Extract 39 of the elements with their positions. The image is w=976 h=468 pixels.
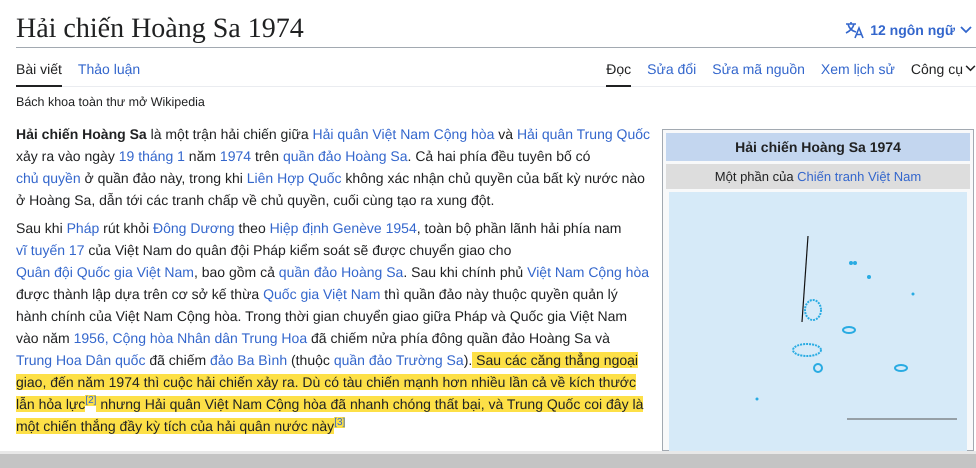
page-title: Hải chiến Hoàng Sa 1974 xyxy=(16,12,304,46)
tools-menu[interactable]: Công cụ xyxy=(910,48,976,86)
article-link[interactable]: Đông Dương xyxy=(153,220,235,236)
citation-link[interactable]: [3] xyxy=(334,417,346,428)
view-tab[interactable]: Sửa đổi xyxy=(647,48,696,87)
view-tab[interactable]: Sửa mã nguồn xyxy=(712,48,805,87)
article-link[interactable]: chủ quyền xyxy=(16,170,81,186)
chevron-down-icon xyxy=(965,65,976,72)
view-tab[interactable]: Đọc xyxy=(606,48,632,87)
article-link[interactable]: 1956, Cộng hòa Nhân dân Trung Hoa xyxy=(74,330,308,346)
article-link[interactable]: Chiến tranh Việt Nam xyxy=(797,169,922,184)
translate-icon xyxy=(845,21,866,39)
article-link[interactable]: Hải quân Trung Quốc xyxy=(516,126,650,142)
article-link[interactable]: Quốc gia Việt Nam xyxy=(263,286,380,302)
article-paragraph: Hải chiến Hoàng Sa là một trận hải chiến giữa Hải quân Việt Nam Cộng hòa và Hải quân Trung Quốc xảy ra vào ngày 19 tháng 1 năm 1974 trên quần đảo Hoàng Sa. Cả hai phía đều tuyên bố có chủ quyền ở quần đảo này, trong khi Liên Hợp Quốc không xác nhận chủ quyền của bất kỳ nước nào ở Hoàng Sa, dẫn tới các tranh chấp về chủ quyền, cuối cùng tạo ra xung đột. xyxy=(16,125,652,210)
page-tab[interactable]: Bài viết xyxy=(16,48,62,87)
infobox-subtitle: Một phần của Chiến tranh Việt Nam xyxy=(666,164,970,189)
article-link[interactable]: quần đảo Trường Sa xyxy=(334,352,464,368)
article-link[interactable]: quần đảo Hoàng Sa xyxy=(282,148,408,164)
article-link[interactable]: 19 tháng 1 xyxy=(118,148,185,164)
chevron-down-icon xyxy=(960,26,972,34)
article-link[interactable]: Quân đội Quốc gia Việt Nam xyxy=(16,264,194,280)
article-link[interactable]: Hải quân Việt Nam Cộng hòa xyxy=(312,126,494,142)
page-tab[interactable]: Thảo luận xyxy=(78,48,140,87)
horizontal-scrollbar[interactable] xyxy=(0,451,976,468)
article-link[interactable]: quần đảo Hoàng Sa xyxy=(278,264,404,280)
article-link[interactable]: Liên Hợp Quốc xyxy=(246,170,342,186)
article-link[interactable]: 1974 xyxy=(220,148,252,164)
article-link[interactable]: vĩ tuyến 17 xyxy=(16,242,84,258)
view-tab[interactable]: Xem lịch sử xyxy=(820,48,895,87)
article-link[interactable]: Việt Nam Cộng hòa xyxy=(527,264,650,280)
article-link[interactable]: Hiệp định Genève 1954 xyxy=(270,220,417,236)
site-tagline: Bách khoa toàn thư mở Wikipedia xyxy=(16,95,206,109)
article-link[interactable]: Pháp xyxy=(66,220,100,236)
citation-link[interactable]: [2] xyxy=(85,395,96,406)
article-link[interactable]: Trung Hoa Dân quốc xyxy=(16,352,146,368)
language-button[interactable]: 12 ngôn ngữ xyxy=(845,21,976,47)
infobox-title: Hải chiến Hoàng Sa 1974 xyxy=(666,133,970,161)
article-link[interactable]: đảo Ba Bình xyxy=(210,352,288,368)
